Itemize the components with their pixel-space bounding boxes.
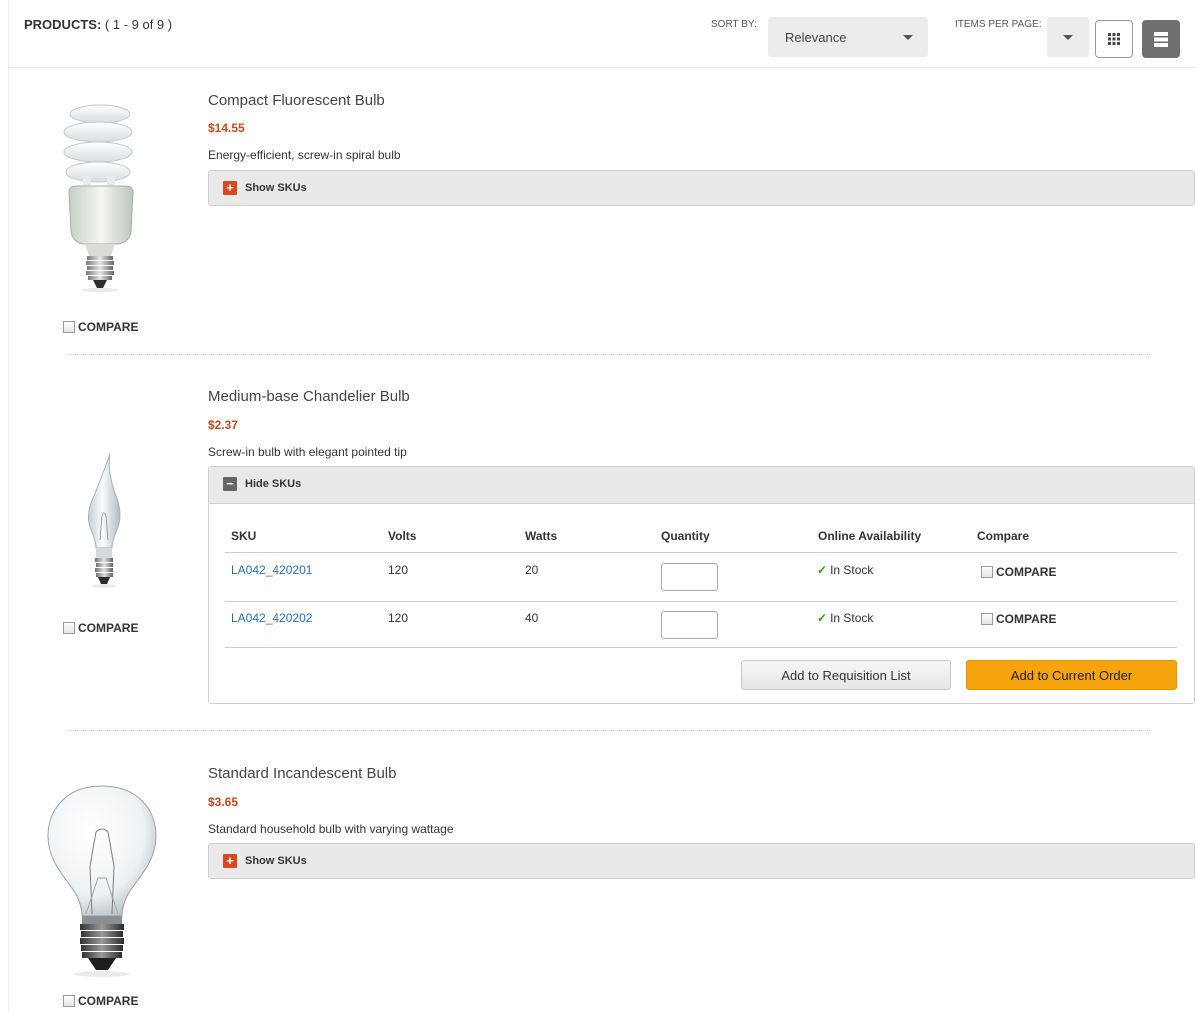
sort-by-label: SORT BY: [711,19,757,30]
show-skus-button[interactable]: + Show SKUs [223,181,307,195]
list-view-button[interactable] [1142,20,1180,58]
availability-status: ✓ In Stock [817,563,873,577]
checkbox[interactable] [63,321,75,333]
chevron-down-icon [903,35,913,40]
product-name[interactable]: Standard Incandescent Bulb [208,765,396,782]
compare-label: COMPARE [78,621,139,635]
quantity-input[interactable] [661,563,718,591]
product-description: Screw-in bulb with elegant pointed tip [208,445,407,459]
products-label: PRODUCTS: [24,17,102,32]
sku-toggle-bar[interactable]: + Show SKUs [208,843,1195,879]
product-separator [68,354,1150,356]
compare-label: COMPARE [996,565,1057,579]
availability-text: In Stock [830,611,874,625]
cfl-bulb-image [63,104,134,292]
sku-compare-checkbox[interactable]: COMPARE [981,612,1056,626]
table-divider [225,647,1177,648]
items-per-page-label: ITEMS PER PAGE: [955,19,1042,30]
product-compare-checkbox[interactable]: COMPARE [63,621,138,635]
table-divider [225,552,1177,553]
sku-link[interactable]: LA042_420201 [231,563,312,577]
product-separator [68,730,1150,732]
list-view-icon [1154,32,1168,47]
check-icon: ✓ [817,611,828,625]
checkbox[interactable] [981,566,993,578]
watts-value: 40 [525,611,539,625]
product-price: $2.37 [208,418,239,432]
chandelier-bulb-image [88,453,121,588]
availability-text: In Stock [830,563,874,577]
table-divider [225,601,1177,602]
sku-compare-checkbox[interactable]: COMPARE [981,565,1056,579]
products-count: PRODUCTS: ( 1 - 9 of 9 ) [24,17,172,32]
hide-skus-button[interactable]: − Hide SKUs [223,477,301,491]
product-compare-checkbox[interactable]: COMPARE [63,994,138,1008]
sku-toggle-label: Show SKUs [245,182,307,194]
product-description: Standard household bulb with varying wat… [208,822,454,836]
sku-link[interactable]: LA042_420202 [231,611,312,625]
watts-value: 20 [525,563,539,577]
sort-select[interactable]: Relevance [768,17,928,57]
sku-toggle-label: Show SKUs [245,855,307,867]
column-header-watts: Watts [525,529,558,543]
availability-status: ✓ In Stock [817,611,873,625]
product-price: $14.55 [208,121,245,135]
sort-value: Relevance [785,30,847,45]
checkbox[interactable] [63,995,75,1007]
column-header-quantity: Quantity [661,529,710,543]
product-name[interactable]: Compact Fluorescent Bulb [208,92,385,109]
product-description: Energy-efficient, screw-in spiral bulb [208,148,401,162]
grid-view-icon [1108,33,1120,45]
column-header-compare: Compare [977,529,1030,543]
sku-toggle-bar[interactable]: − Hide SKUs [209,467,1194,504]
sku-toggle-label: Hide SKUs [245,478,302,490]
sku-panel: − Hide SKUs SKU Volts Watts Quantity Onl… [208,466,1195,704]
show-skus-button[interactable]: + Show SKUs [223,854,307,868]
column-header-volts: Volts [388,529,417,543]
left-border [8,0,9,1013]
volts-value: 120 [388,563,409,577]
product-price: $3.65 [208,795,239,809]
add-to-requisition-list-button[interactable]: Add to Requisition List [741,660,951,690]
checkbox[interactable] [63,622,75,634]
product-name[interactable]: Medium-base Chandelier Bulb [208,388,410,405]
header-divider [8,67,1196,68]
incandescent-bulb-image [47,785,157,977]
plus-icon: + [223,854,237,868]
column-header-sku: SKU [231,529,257,543]
sku-toggle-bar[interactable]: + Show SKUs [208,170,1195,206]
products-range: ( 1 - 9 of 9 ) [104,17,173,32]
compare-label: COMPARE [996,612,1057,626]
checkbox[interactable] [981,613,993,625]
volts-value: 120 [388,611,409,625]
check-icon: ✓ [817,563,828,577]
minus-icon: − [223,477,237,491]
quantity-input[interactable] [661,611,718,639]
column-header-availability: Online Availability [818,529,922,543]
compare-label: COMPARE [78,994,139,1008]
grid-view-button[interactable] [1095,20,1133,58]
items-per-page-select[interactable] [1047,17,1089,57]
product-compare-checkbox[interactable]: COMPARE [63,320,138,334]
compare-label: COMPARE [78,320,139,334]
add-to-current-order-button[interactable]: Add to Current Order [966,660,1177,690]
product-list-page: PRODUCTS: ( 1 - 9 of 9 ) SORT BY: Releva… [0,0,1196,1013]
plus-icon: + [223,181,237,195]
chevron-down-icon [1063,35,1073,40]
